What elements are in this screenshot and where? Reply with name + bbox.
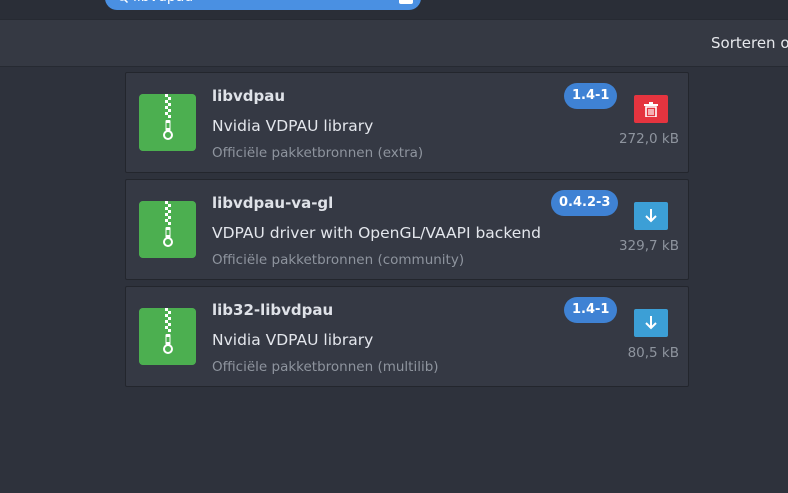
package-description: Nvidia VDPAU library: [212, 331, 374, 349]
search-icon: [119, 0, 128, 3]
package-size: 80,5 kB: [627, 345, 679, 361]
install-button[interactable]: [634, 309, 668, 337]
package-row-libvdpau[interactable]: libvdpau Nvidia VDPAU library Officiële …: [125, 72, 689, 173]
package-repository: Officiële pakketbronnen (extra): [212, 145, 424, 161]
archive-zip-icon: [139, 94, 196, 151]
package-name: libvdpau-va-gl: [212, 194, 334, 212]
package-description: Nvidia VDPAU library: [212, 117, 374, 135]
package-row-lib32-libvdpau[interactable]: lib32-libvdpau Nvidia VDPAU library Offi…: [125, 286, 689, 387]
version-badge: 1.4-1: [564, 297, 618, 323]
sort-label[interactable]: Sorteren o: [711, 34, 788, 52]
package-description: VDPAU driver with OpenGL/VAAPI backend: [212, 224, 541, 242]
download-arrow-icon: [645, 209, 657, 223]
trash-icon: [644, 102, 658, 117]
clear-search-icon[interactable]: [399, 0, 413, 4]
top-bar: libvdpau: [0, 0, 788, 19]
sort-bar: Sorteren o: [0, 19, 788, 67]
install-button[interactable]: [634, 202, 668, 230]
search-input[interactable]: libvdpau: [105, 0, 421, 10]
package-size: 272,0 kB: [618, 131, 679, 147]
package-name: lib32-libvdpau: [212, 301, 334, 319]
package-name: libvdpau: [212, 87, 286, 105]
download-arrow-icon: [645, 316, 657, 330]
package-repository: Officiële pakketbronnen (community): [212, 252, 465, 268]
search-query: libvdpau: [133, 0, 193, 6]
archive-zip-icon: [139, 308, 196, 365]
remove-button[interactable]: [634, 95, 668, 123]
version-badge: 1.4-1: [564, 83, 618, 109]
version-badge: 0.4.2-3: [551, 190, 619, 216]
package-row-libvdpau-va-gl[interactable]: libvdpau-va-gl VDPAU driver with OpenGL/…: [125, 179, 689, 280]
archive-zip-icon: [139, 201, 196, 258]
package-repository: Officiële pakketbronnen (multilib): [212, 359, 439, 375]
package-size: 329,7 kB: [618, 238, 679, 254]
